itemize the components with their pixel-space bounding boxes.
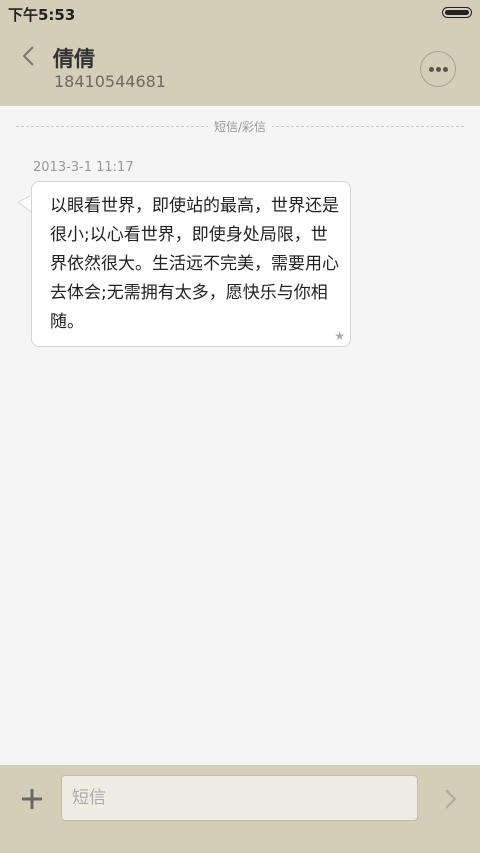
contact-name: 倩倩 <box>53 47 95 71</box>
battery-icon <box>442 7 472 18</box>
add-icon <box>22 789 42 809</box>
add-attachment-button[interactable] <box>18 785 46 813</box>
conversation-header: 倩倩 18410544681 <box>0 27 480 106</box>
status-time: 下午5:53 <box>8 6 76 24</box>
message-type-divider: 短信/彩信 <box>16 118 464 134</box>
status-bar: 下午5:53 <box>0 0 480 27</box>
back-arrow-icon <box>22 46 34 66</box>
message-list[interactable]: 短信/彩信 2013-3-1 11:17 以眼看世界，即使站的最高，世界还是很小… <box>0 106 480 765</box>
message-timestamp: 2013-3-1 11:17 <box>33 160 134 175</box>
send-arrow-icon <box>445 789 457 809</box>
composer-bar <box>0 765 480 853</box>
send-button[interactable] <box>436 785 464 813</box>
more-options-button[interactable] <box>420 51 456 87</box>
back-button[interactable] <box>14 41 44 71</box>
divider-label: 短信/彩信 <box>207 120 273 134</box>
message-text: 以眼看世界，即使站的最高，世界还是很小;以心看世界，即使身处局限，世界依然很大。… <box>50 196 339 332</box>
star-icon: ★ <box>334 329 345 343</box>
message-bubble[interactable]: 以眼看世界，即使站的最高，世界还是很小;以心看世界，即使身处局限，世界依然很大。… <box>31 181 351 347</box>
sms-input[interactable] <box>61 775 418 821</box>
contact-number: 18410544681 <box>54 72 166 91</box>
